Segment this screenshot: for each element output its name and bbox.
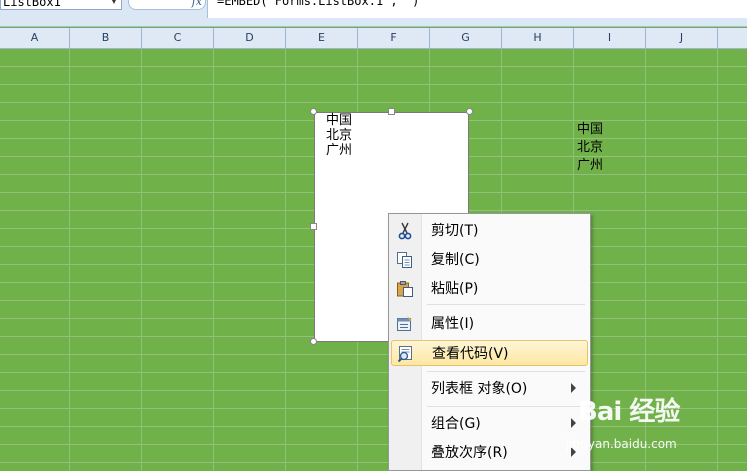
column-header-f[interactable]: F xyxy=(358,28,430,48)
listbox-item[interactable]: 广州 xyxy=(326,143,352,158)
context-menu: 剪切(T) 复制(C) 粘贴(P) 属性(I) 查看代码(V) 列表框 对象(O… xyxy=(388,213,591,471)
resize-handle-top[interactable] xyxy=(388,108,395,115)
menu-item-cut[interactable]: 剪切(T) xyxy=(391,218,588,244)
menu-item-listbox-object[interactable]: 列表框 对象(O) xyxy=(391,376,588,402)
menu-separator xyxy=(427,304,585,305)
name-box-dropdown-icon[interactable]: ▼ xyxy=(108,0,120,8)
menu-item-label: 粘贴(P) xyxy=(431,281,479,297)
scissors-icon xyxy=(396,222,414,240)
menu-item-view-code[interactable]: 查看代码(V) xyxy=(391,340,588,366)
name-box[interactable]: ListBox1 xyxy=(0,0,122,10)
column-header-k[interactable] xyxy=(718,28,747,48)
menu-item-group[interactable]: 组合(G) xyxy=(391,411,588,437)
cell-i-value[interactable]: 中国 xyxy=(577,122,603,138)
listbox-item[interactable]: 北京 xyxy=(326,128,352,143)
column-header-a[interactable]: A xyxy=(0,28,70,48)
resize-handle-left[interactable] xyxy=(310,223,317,230)
menu-separator xyxy=(427,406,585,407)
resize-handle-top-left[interactable] xyxy=(310,108,317,115)
column-header-d[interactable]: D xyxy=(214,28,286,48)
column-header-h[interactable]: H xyxy=(502,28,574,48)
properties-icon xyxy=(396,315,414,333)
column-header-i[interactable]: I xyxy=(574,28,646,48)
watermark-brand: Bai 经验 xyxy=(578,397,680,427)
cell-i-value[interactable]: 北京 xyxy=(577,140,603,156)
cell-i-value[interactable]: 广州 xyxy=(577,158,603,174)
view-code-icon xyxy=(397,345,415,363)
watermark-url: jingyan.baidu.com xyxy=(566,437,677,451)
menu-item-label: 叠放次序(R) xyxy=(431,445,508,461)
listbox-item[interactable]: 中国 xyxy=(326,113,352,128)
column-header-j[interactable]: J xyxy=(646,28,718,48)
menu-item-label: 列表框 对象(O) xyxy=(431,381,528,397)
formula-input[interactable]: =EMBED("Forms.ListBox.1","") xyxy=(207,0,747,18)
menu-separator xyxy=(427,371,585,372)
menu-item-properties[interactable]: 属性(I) xyxy=(391,311,588,337)
resize-handle-bottom-left[interactable] xyxy=(310,338,317,345)
menu-item-label: 属性(I) xyxy=(431,316,475,332)
submenu-arrow-icon xyxy=(571,418,576,428)
column-header-c[interactable]: C xyxy=(142,28,214,48)
paste-icon xyxy=(396,280,414,298)
baidu-jingyan-watermark: Bai 经验 jingyan.baidu.com xyxy=(566,391,747,471)
fx-icon[interactable]: fx xyxy=(192,0,202,8)
menu-item-label: 组合(G) xyxy=(431,416,481,432)
insert-function-area: fx xyxy=(128,0,206,10)
resize-handle-top-right[interactable] xyxy=(466,108,473,115)
column-header-b[interactable]: B xyxy=(70,28,142,48)
column-header-e[interactable]: E xyxy=(286,28,358,48)
formula-bar: ListBox1 ▼ fx =EMBED("Forms.ListBox.1","… xyxy=(0,0,747,27)
menu-item-copy[interactable]: 复制(C) xyxy=(391,247,588,273)
submenu-arrow-icon xyxy=(571,383,576,393)
copy-icon xyxy=(396,251,414,269)
column-headers: A B C D E F G H I J xyxy=(0,28,747,49)
menu-item-label: 剪切(T) xyxy=(431,223,479,239)
menu-item-order[interactable]: 叠放次序(R) xyxy=(391,440,588,466)
menu-item-paste[interactable]: 粘贴(P) xyxy=(391,276,588,302)
menu-item-label: 查看代码(V) xyxy=(432,346,509,362)
menu-item-label: 复制(C) xyxy=(431,252,480,268)
column-header-g[interactable]: G xyxy=(430,28,502,48)
